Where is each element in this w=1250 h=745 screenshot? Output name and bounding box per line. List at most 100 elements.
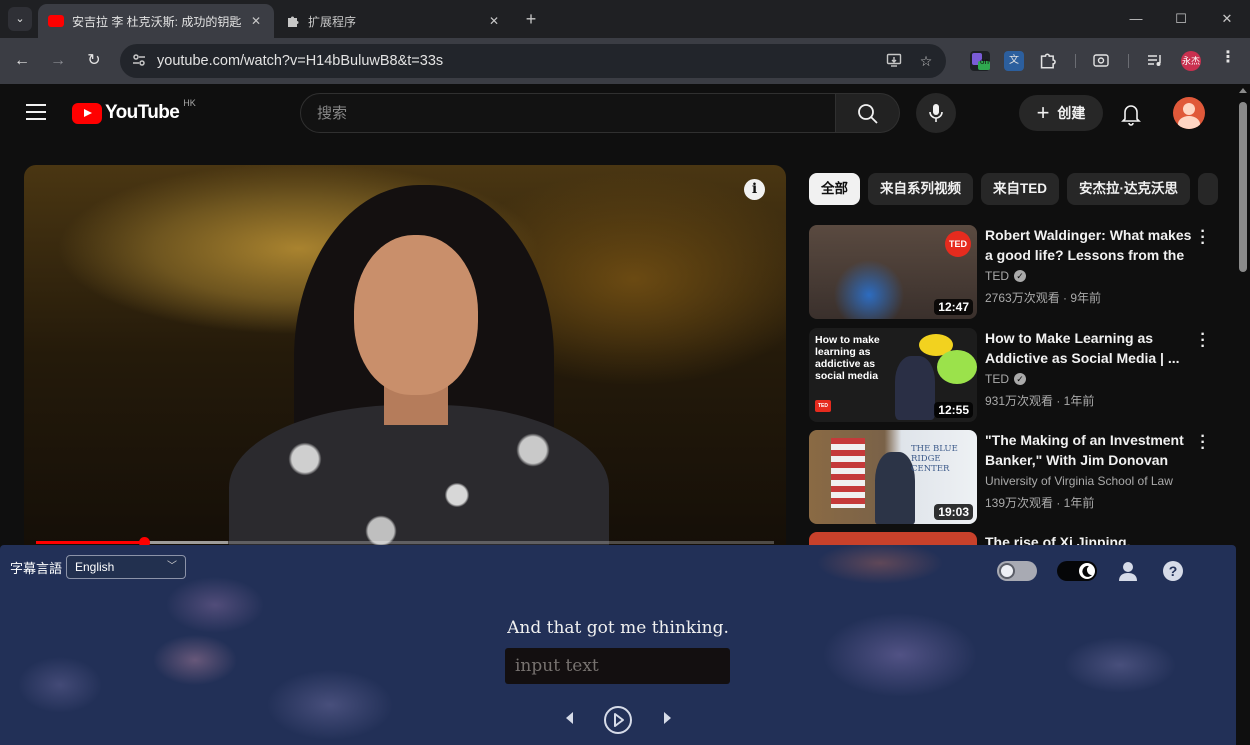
- create-button[interactable]: + 创建: [1019, 95, 1103, 131]
- account-avatar[interactable]: [1173, 97, 1205, 129]
- back-arrow-icon[interactable]: ←: [10, 49, 34, 73]
- browser-menu-icon[interactable]: ⋮: [1218, 50, 1238, 71]
- list-item[interactable]: How to make learning as addictive as soc…: [809, 327, 1219, 424]
- info-icon[interactable]: i: [744, 179, 765, 200]
- logo-wordmark: YouTube: [105, 102, 180, 123]
- region-code: HK: [183, 98, 196, 108]
- video-frame-speaker-face: [354, 235, 478, 395]
- video-title[interactable]: "The Making of an Investment Banker," Wi…: [985, 430, 1195, 470]
- channel-label: TED: [985, 269, 1009, 283]
- translate-extension-icon[interactable]: 文: [1004, 51, 1024, 71]
- screenshot-icon[interactable]: [1091, 51, 1111, 71]
- more-options-icon[interactable]: · · ·: [1197, 327, 1209, 355]
- more-options-icon[interactable]: · · ·: [1197, 429, 1209, 457]
- tab-search-button[interactable]: ⌄: [8, 7, 32, 31]
- search-icon: [858, 104, 878, 124]
- svg-text:?: ?: [1169, 563, 1178, 579]
- channel-label: TED: [985, 372, 1009, 386]
- speaker-figure: [875, 452, 915, 524]
- maximize-button[interactable]: ☐: [1166, 8, 1196, 30]
- youtube-header: YouTube HK + 创建: [0, 84, 1236, 142]
- chip-from-series[interactable]: 来自系列视频: [868, 173, 973, 205]
- replay-line-icon[interactable]: [603, 705, 633, 735]
- more-options-icon[interactable]: · · ·: [1197, 224, 1209, 252]
- video-progress-bar[interactable]: [36, 537, 774, 545]
- video-duration: 12:55: [934, 402, 973, 418]
- speaker-figure: [895, 356, 935, 420]
- previous-line-icon[interactable]: [563, 710, 575, 726]
- video-title[interactable]: Robert Waldinger: What makes a good life…: [985, 225, 1195, 265]
- chip-angela-duckworth[interactable]: 安杰拉·达克沃思: [1067, 173, 1190, 205]
- list-item[interactable]: THE BLUE RIDGE CENTER 19:03 "The Making …: [809, 429, 1219, 526]
- verified-check-icon: ✓: [1014, 270, 1026, 282]
- chevron-down-icon: ﹀: [167, 561, 177, 572]
- address-bar[interactable]: youtube.com/watch?v=H14bBuluwB8&t=33s ☆: [120, 44, 946, 78]
- video-meta: 931万次观看 · 1年前: [985, 394, 1095, 408]
- video-thumbnail[interactable]: TED 12:47: [809, 225, 977, 319]
- extension-on-badge-icon[interactable]: on: [970, 51, 990, 71]
- video-duration: 19:03: [934, 504, 973, 520]
- profile-avatar[interactable]: 永杰: [1181, 51, 1201, 71]
- channel-name[interactable]: TED ✓: [985, 269, 1026, 283]
- ted-badge-icon: TED: [945, 231, 971, 257]
- voice-search-button[interactable]: [916, 93, 956, 133]
- dictation-input[interactable]: [505, 648, 730, 684]
- video-thumbnail[interactable]: How to make learning as addictive as soc…: [809, 328, 977, 422]
- plus-icon: +: [1036, 100, 1050, 125]
- window-close-button[interactable]: ✕: [1212, 8, 1242, 30]
- channel-name[interactable]: TED ✓: [985, 372, 1026, 386]
- youtube-play-logo-icon: [72, 102, 102, 124]
- scrollbar-thumb[interactable]: [1239, 102, 1247, 272]
- subtitle-language-select[interactable]: English ﹀: [66, 555, 186, 579]
- chip-from-ted[interactable]: 来自TED: [981, 173, 1059, 205]
- new-tab-button[interactable]: +: [520, 8, 542, 30]
- video-duration: 12:47: [934, 299, 973, 315]
- puzzle-icon: [286, 14, 300, 28]
- next-line-icon[interactable]: [662, 710, 674, 726]
- reload-icon[interactable]: ↻: [82, 49, 106, 73]
- channel-name[interactable]: University of Virginia School of Law: [985, 474, 1173, 488]
- forward-arrow-icon[interactable]: →: [46, 49, 70, 73]
- search-box: [300, 93, 836, 133]
- extensions-puzzle-icon[interactable]: [1038, 51, 1058, 71]
- browser-tab-strip: ⌄ 安吉拉 李 杜克沃斯: 成功的钥匙 ✕ 扩展程序 ✕ + — ☐ ✕: [0, 0, 1250, 38]
- search-button[interactable]: [836, 93, 900, 133]
- youtube-logo[interactable]: YouTube HK: [72, 98, 196, 124]
- dark-mode-toggle[interactable]: [1057, 561, 1097, 581]
- subtitle-visibility-toggle[interactable]: [997, 561, 1037, 581]
- chip-all[interactable]: 全部: [809, 173, 860, 205]
- extension-badge-text: on: [980, 57, 989, 66]
- minimize-button[interactable]: —: [1121, 8, 1151, 30]
- install-app-icon[interactable]: [885, 52, 903, 70]
- close-icon[interactable]: ✕: [248, 14, 264, 28]
- tab-youtube[interactable]: 安吉拉 李 杜克沃斯: 成功的钥匙 ✕: [38, 4, 274, 38]
- browser-toolbar: ← → ↻ youtube.com/watch?v=H14bBuluwB8&t=…: [0, 38, 1250, 84]
- site-info-icon[interactable]: [130, 52, 148, 70]
- list-item[interactable]: TED 12:47 Robert Waldinger: What makes a…: [809, 224, 1219, 321]
- media-queue-icon[interactable]: [1145, 51, 1165, 71]
- toggle-knob: [999, 563, 1015, 579]
- filter-chips: 全部 来自系列视频 来自TED 安杰拉·达克沃思: [809, 173, 1218, 205]
- hamburger-menu-icon[interactable]: [26, 104, 46, 120]
- progress-played: [36, 541, 144, 544]
- close-icon[interactable]: ✕: [486, 14, 502, 28]
- notifications-bell-icon[interactable]: [1118, 101, 1144, 127]
- help-question-icon[interactable]: ?: [1162, 560, 1184, 582]
- search-input[interactable]: [317, 94, 817, 132]
- video-thumbnail[interactable]: THE BLUE RIDGE CENTER 19:03: [809, 430, 977, 524]
- user-profile-icon[interactable]: [1117, 560, 1139, 582]
- thumbnail-caption: THE BLUE RIDGE CENTER: [911, 444, 958, 474]
- bookmark-star-icon[interactable]: ☆: [917, 52, 935, 70]
- current-subtitle-line: And that got me thinking.: [507, 618, 729, 638]
- video-player[interactable]: i: [24, 165, 786, 545]
- page-scrollbar[interactable]: [1236, 84, 1250, 745]
- subtitle-practice-panel: 字幕言語 English ﹀ ? And that got me thinkin…: [0, 545, 1236, 745]
- tab-title: 扩展程序: [308, 14, 357, 29]
- scroll-up-arrow-icon[interactable]: [1239, 88, 1247, 93]
- ted-badge-icon: TED: [815, 400, 831, 412]
- toolbar-divider: [1128, 54, 1129, 68]
- chip-overflow[interactable]: [1198, 173, 1218, 205]
- video-title[interactable]: How to Make Learning as Addictive as Soc…: [985, 328, 1195, 368]
- tab-extensions[interactable]: 扩展程序 ✕: [276, 4, 512, 38]
- progress-scrubber-handle[interactable]: [138, 537, 150, 545]
